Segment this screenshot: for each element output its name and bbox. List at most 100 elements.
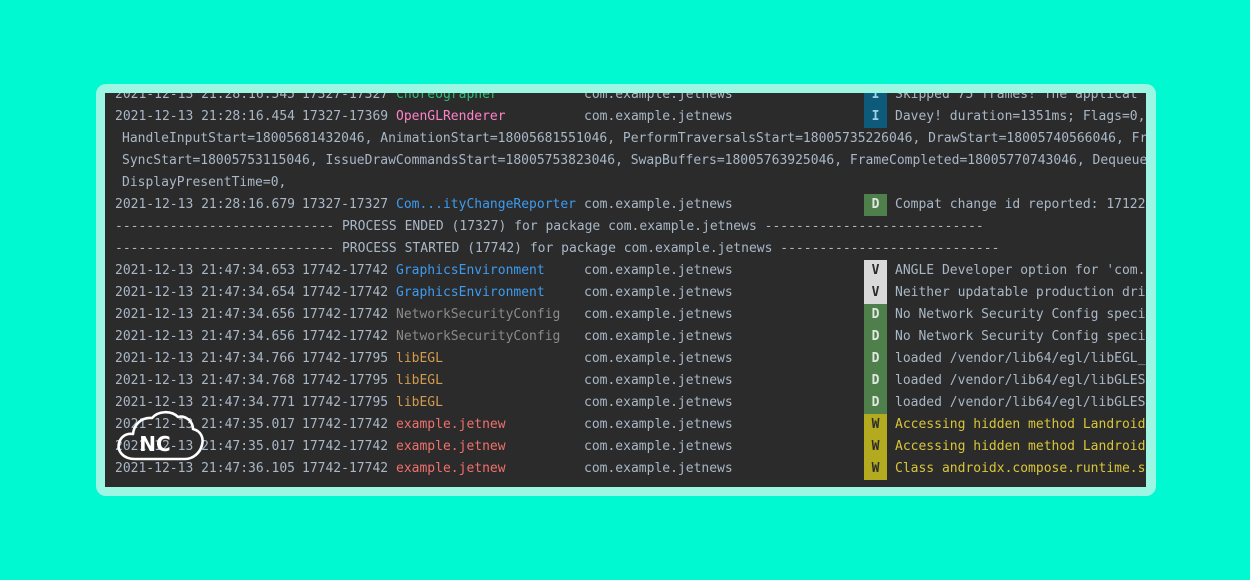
log-process-id: 17742-17742 bbox=[302, 263, 389, 278]
log-level-badge: D bbox=[864, 348, 887, 370]
log-timestamp: 2021-12-13 21:47:34.654 bbox=[115, 285, 296, 300]
log-tag: Choreographer bbox=[396, 93, 498, 102]
log-continuation-row[interactable]: SyncStart=18005753115046, IssueDrawComma… bbox=[105, 150, 1146, 172]
log-tag: example.jetnew bbox=[396, 417, 506, 432]
log-level-badge: W bbox=[864, 414, 887, 436]
log-level-badge: V bbox=[864, 282, 887, 304]
log-message: Accessing hidden method Landroid bbox=[895, 417, 1146, 432]
log-level-badge: D bbox=[864, 392, 887, 414]
log-timestamp: 2021-12-13 21:47:34.656 bbox=[115, 329, 296, 344]
log-continuation-row[interactable]: HandleInputStart=18005681432046, Animati… bbox=[105, 128, 1146, 150]
log-continuation-row[interactable]: DisplayPresentTime=0, bbox=[105, 172, 1146, 194]
log-level-badge: D bbox=[864, 370, 887, 392]
log-process-id: 17742-17742 bbox=[302, 285, 389, 300]
log-continuation-text: SyncStart=18005753115046, IssueDrawComma… bbox=[122, 153, 1146, 168]
log-tag: Com...ityChangeReporter bbox=[396, 197, 577, 212]
log-entry-row[interactable]: 2021-12-13 21:47:34.656 17742-17742 Networ… bbox=[105, 326, 1146, 348]
log-message: loaded /vendor/lib64/egl/libGLES bbox=[895, 373, 1146, 388]
log-message: ANGLE Developer option for 'com. bbox=[895, 263, 1146, 278]
log-tag: GraphicsEnvironment bbox=[396, 263, 545, 278]
log-tag: NetworkSecurityConfig bbox=[396, 307, 561, 322]
log-entry-row[interactable]: 2021-12-13 21:47:35.017 17742-17742 exampl… bbox=[105, 414, 1146, 436]
log-package: com.example.jetnews bbox=[584, 461, 733, 476]
log-process-id: 17742-17742 bbox=[302, 307, 389, 322]
log-message: loaded /vendor/lib64/egl/libGLES bbox=[895, 395, 1146, 410]
log-process-id: 17327-17327 bbox=[302, 93, 389, 102]
log-level-badge: D bbox=[864, 326, 887, 348]
log-message: No Network Security Config speci bbox=[895, 329, 1146, 344]
log-entry-row[interactable]: 2021-12-13 21:47:34.654 17742-17742 Graphi… bbox=[105, 282, 1146, 304]
log-timestamp: 2021-12-13 21:28:16.545 bbox=[115, 93, 296, 102]
log-timestamp: 2021-12-13 21:28:16.454 bbox=[115, 109, 296, 124]
log-message: Class androidx.compose.runtime.s bbox=[895, 461, 1146, 476]
log-package: com.example.jetnews bbox=[584, 93, 733, 102]
log-tag: OpenGLRenderer bbox=[396, 109, 506, 124]
watermark-text: NC bbox=[139, 432, 170, 456]
log-tag: libEGL bbox=[396, 373, 443, 388]
log-package: com.example.jetnews bbox=[584, 329, 733, 344]
log-message: loaded /vendor/lib64/egl/libEGL_ bbox=[895, 351, 1146, 366]
log-entry-row[interactable]: 2021-12-13 21:47:35.017 17742-17742 exampl… bbox=[105, 436, 1146, 458]
log-tag: GraphicsEnvironment bbox=[396, 285, 545, 300]
log-message: Neither updatable production dri bbox=[895, 285, 1146, 300]
log-package: com.example.jetnews bbox=[584, 307, 733, 322]
log-tag: libEGL bbox=[396, 395, 443, 410]
log-process-id: 17327-17369 bbox=[302, 109, 389, 124]
log-level-badge: I bbox=[864, 93, 887, 106]
log-process-id: 17327-17327 bbox=[302, 197, 389, 212]
log-entry-row[interactable]: 2021-12-13 21:47:34.768 17742-17795 libEGL… bbox=[105, 370, 1146, 392]
log-message: Accessing hidden method Landroid bbox=[895, 439, 1146, 454]
log-package: com.example.jetnews bbox=[584, 417, 733, 432]
log-package: com.example.jetnews bbox=[584, 263, 733, 278]
log-process-id: 17742-17742 bbox=[302, 461, 389, 476]
log-process-id: 17742-17742 bbox=[302, 329, 389, 344]
log-entry-row[interactable]: 2021-12-13 21:28:16.545 17327-17327 Choreo… bbox=[105, 93, 1146, 106]
log-process-id: 17742-17742 bbox=[302, 439, 389, 454]
log-continuation-text: DisplayPresentTime=0, bbox=[122, 175, 287, 190]
process-separator-row[interactable]: ---------------------------- PROCESS STA… bbox=[105, 238, 1146, 260]
log-entry-row[interactable]: 2021-12-13 21:47:34.771 17742-17795 libEGL… bbox=[105, 392, 1146, 414]
log-timestamp: 2021-12-13 21:47:34.768 bbox=[115, 373, 296, 388]
process-separator-text: ---------------------------- PROCESS STA… bbox=[115, 241, 1000, 256]
log-level-badge: V bbox=[864, 260, 887, 282]
log-tag: NetworkSecurityConfig bbox=[396, 329, 561, 344]
log-timestamp: 2021-12-13 21:47:34.766 bbox=[115, 351, 296, 366]
log-entry-row[interactable]: 2021-12-13 21:47:34.653 17742-17742 Graphi… bbox=[105, 260, 1146, 282]
log-message: Davey! duration=1351ms; Flags=0, bbox=[895, 109, 1146, 124]
log-continuation-text: HandleInputStart=18005681432046, Animati… bbox=[122, 131, 1146, 146]
process-separator-row[interactable]: ---------------------------- PROCESS END… bbox=[105, 216, 1146, 238]
log-process-id: 17742-17795 bbox=[302, 373, 389, 388]
log-process-id: 17742-17795 bbox=[302, 351, 389, 366]
log-package: com.example.jetnews bbox=[584, 197, 733, 212]
log-level-badge: I bbox=[864, 106, 887, 128]
log-package: com.example.jetnews bbox=[584, 351, 733, 366]
log-message: No Network Security Config speci bbox=[895, 307, 1146, 322]
log-timestamp: 2021-12-13 21:47:34.656 bbox=[115, 307, 296, 322]
process-separator-text: ---------------------------- PROCESS END… bbox=[115, 219, 984, 234]
log-level-badge: W bbox=[864, 458, 887, 480]
log-package: com.example.jetnews bbox=[584, 395, 733, 410]
log-message: Skipped 75 frames! The applicat bbox=[895, 93, 1138, 102]
log-package: com.example.jetnews bbox=[584, 109, 733, 124]
log-tag: example.jetnew bbox=[396, 461, 506, 476]
log-level-badge: D bbox=[864, 194, 887, 216]
log-tag: libEGL bbox=[396, 351, 443, 366]
log-package: com.example.jetnews bbox=[584, 373, 733, 388]
log-package: com.example.jetnews bbox=[584, 285, 733, 300]
log-level-badge: W bbox=[864, 436, 887, 458]
cloud-icon: NC bbox=[117, 410, 204, 461]
log-entry-row[interactable]: 2021-12-13 21:47:34.656 17742-17742 Networ… bbox=[105, 304, 1146, 326]
log-entry-row[interactable]: 2021-12-13 21:47:34.766 17742-17795 libEGL… bbox=[105, 348, 1146, 370]
log-process-id: 17742-17795 bbox=[302, 395, 389, 410]
log-entry-row[interactable]: 2021-12-13 21:47:36.105 17742-17742 exampl… bbox=[105, 458, 1146, 480]
log-entry-row[interactable]: 2021-12-13 21:28:16.679 17327-17327 Com...… bbox=[105, 194, 1146, 216]
log-package: com.example.jetnews bbox=[584, 439, 733, 454]
logcat-console[interactable]: 2021-12-13 21:28:16.545 17327-17327 Choreo… bbox=[105, 93, 1146, 487]
log-level-badge: D bbox=[864, 304, 887, 326]
log-entry-row[interactable]: 2021-12-13 21:28:16.454 17327-17369 OpenGL… bbox=[105, 106, 1146, 128]
log-message: Compat change id reported: 17122 bbox=[895, 197, 1146, 212]
log-timestamp: 2021-12-13 21:47:34.653 bbox=[115, 263, 296, 278]
log-tag: example.jetnew bbox=[396, 439, 506, 454]
log-timestamp: 2021-12-13 21:28:16.679 bbox=[115, 197, 296, 212]
log-process-id: 17742-17742 bbox=[302, 417, 389, 432]
